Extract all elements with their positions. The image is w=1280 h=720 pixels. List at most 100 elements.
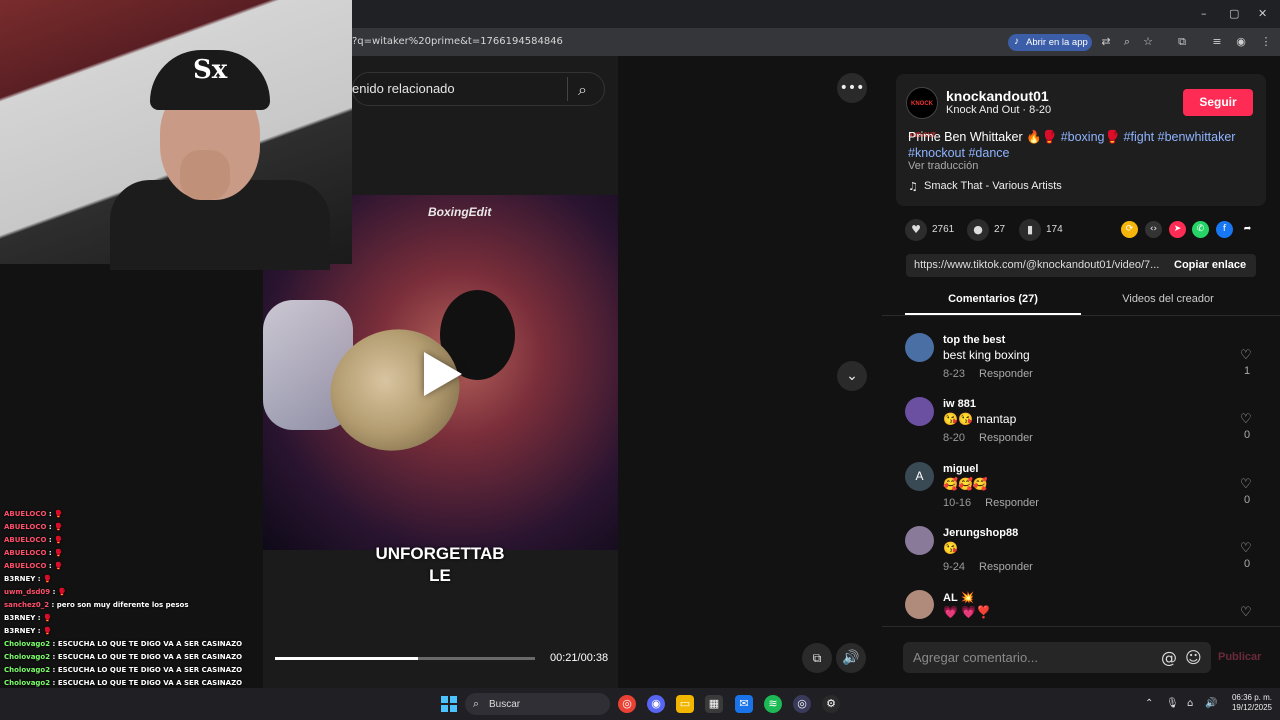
extensions-icon[interactable]: ⧉: [1175, 35, 1189, 49]
chrome-icon[interactable]: ◎: [618, 695, 636, 713]
comment-avatar[interactable]: [905, 590, 934, 619]
mention-at-icon[interactable]: @: [1161, 648, 1177, 667]
clock[interactable]: 06:36 p. m. 19/12/2025: [1222, 693, 1272, 713]
video-link[interactable]: https://www.tiktok.com/@knockandout01/vi…: [914, 259, 1164, 271]
zoom-icon[interactable]: ⌕: [1120, 35, 1134, 49]
spotify-icon[interactable]: ≋: [764, 695, 782, 713]
comment-avatar[interactable]: [905, 333, 934, 362]
mail-icon[interactable]: ✉: [735, 695, 753, 713]
chat-username[interactable]: Cholovago2: [4, 679, 50, 687]
facebook-icon[interactable]: f: [1216, 221, 1233, 238]
volume-icon[interactable]: 🔊: [836, 643, 866, 673]
publish-button[interactable]: Publicar: [1218, 651, 1261, 663]
translate-link[interactable]: Ver traducción: [908, 160, 978, 172]
comment-author[interactable]: iw 881: [943, 398, 976, 410]
app-icon[interactable]: ◎: [793, 695, 811, 713]
hashtag-link[interactable]: #dance: [968, 146, 1009, 160]
chat-username[interactable]: ABUELOCO: [4, 549, 46, 557]
search-input[interactable]: enido relacionado: [352, 81, 455, 96]
embed-icon[interactable]: ‹›: [1145, 221, 1162, 238]
hashtag-link[interactable]: #fight: [1124, 130, 1155, 144]
chat-separator: :: [35, 627, 43, 635]
chat-username[interactable]: B3RNEY: [4, 627, 35, 635]
reply-button[interactable]: Responder: [979, 432, 1033, 444]
chat-username[interactable]: ABUELOCO: [4, 562, 46, 570]
comment-like-heart-icon[interactable]: ♡: [1240, 348, 1252, 363]
reply-button[interactable]: Responder: [979, 561, 1033, 573]
network-icon[interactable]: ⌂: [1187, 698, 1193, 709]
chat-separator: :: [35, 614, 43, 622]
tab-creator-videos[interactable]: Videos del creador: [1080, 293, 1256, 305]
taskbar-search[interactable]: [465, 693, 610, 715]
play-icon[interactable]: [424, 352, 462, 396]
comment-author[interactable]: AL 💥: [943, 591, 974, 604]
speaker-icon[interactable]: 🔊: [1205, 698, 1217, 709]
profile-avatar-icon[interactable]: ◉: [1234, 35, 1248, 49]
share-arrow-icon[interactable]: ➦: [1239, 221, 1256, 238]
bookmark-star-icon[interactable]: ☆: [1141, 35, 1155, 49]
more-options-icon[interactable]: •••: [837, 73, 867, 103]
reply-button[interactable]: Responder: [985, 497, 1039, 509]
chat-username[interactable]: B3RNEY: [4, 614, 35, 622]
hashtag-link[interactable]: #boxing: [1061, 130, 1105, 144]
steam-icon[interactable]: ⚙: [822, 695, 840, 713]
windows-start-icon[interactable]: [441, 696, 457, 712]
chat-username[interactable]: B3RNEY: [4, 575, 35, 583]
author-avatar[interactable]: KNOCK AND OUT: [906, 87, 938, 139]
tab-comments[interactable]: Comentarios (27): [905, 293, 1081, 305]
comment-avatar[interactable]: [905, 397, 934, 426]
comment-avatar[interactable]: A: [905, 462, 934, 491]
comment-like-heart-icon[interactable]: ♡: [1240, 477, 1252, 492]
chat-username[interactable]: ABUELOCO: [4, 510, 46, 518]
chat-message: sanchez0_2 : pero son muy diferente los …: [0, 599, 263, 612]
chat-username[interactable]: Cholovago2: [4, 653, 50, 661]
store-icon[interactable]: ▦: [705, 695, 723, 713]
url-text[interactable]: ?q=witaker%20prime&t=1766194584846: [352, 36, 563, 47]
chat-username[interactable]: ABUELOCO: [4, 523, 46, 531]
repost-icon[interactable]: ⟳: [1121, 221, 1138, 238]
chat-username[interactable]: Cholovago2: [4, 640, 50, 648]
file-explorer-icon[interactable]: ▭: [676, 695, 694, 713]
comment-avatar[interactable]: [905, 526, 934, 555]
reply-button[interactable]: Responder: [979, 368, 1033, 380]
comment-author[interactable]: miguel: [943, 463, 978, 475]
next-video-chevron-icon[interactable]: ⌄: [837, 361, 867, 391]
pip-icon[interactable]: ⧉: [802, 643, 832, 673]
chat-message: uwm_dsd09 : 🥊: [0, 586, 263, 599]
comment-like-heart-icon[interactable]: ♡: [1240, 412, 1252, 427]
close-button[interactable]: ✕: [1258, 7, 1267, 20]
chat-username[interactable]: Cholovago2: [4, 666, 50, 674]
comment-meta: 9-24 Responder: [943, 561, 1033, 573]
comment-bubble-icon[interactable]: ●: [967, 219, 989, 241]
chat-username[interactable]: uwm_dsd09: [4, 588, 50, 596]
music-note-icon: ♫: [908, 180, 918, 193]
tray-chevron-icon[interactable]: ⌃: [1145, 698, 1153, 709]
chat-username[interactable]: ABUELOCO: [4, 536, 46, 544]
reading-list-icon[interactable]: ≡: [1210, 35, 1224, 49]
search-icon[interactable]: ⌕: [578, 80, 587, 100]
comment-placeholder[interactable]: Agregar comentario...: [913, 650, 1038, 665]
hashtag-link[interactable]: #benwhittaker: [1158, 130, 1236, 144]
author-handle[interactable]: knockandout01: [946, 88, 1049, 104]
bookmark-icon[interactable]: ▮: [1019, 219, 1041, 241]
discord-icon[interactable]: ◉: [647, 695, 665, 713]
hashtag-link[interactable]: #knockout: [908, 146, 965, 160]
minimize-button[interactable]: –: [1201, 7, 1207, 20]
follow-button[interactable]: Seguir: [1183, 89, 1253, 116]
comment-like-heart-icon[interactable]: ♡: [1240, 541, 1252, 556]
browser-menu-icon[interactable]: ⋮: [1259, 35, 1273, 49]
copy-link-button[interactable]: Copiar enlace: [1174, 259, 1246, 271]
whatsapp-icon[interactable]: ✆: [1192, 221, 1209, 238]
translate-icon[interactable]: ⇄: [1099, 35, 1113, 49]
open-in-app-button[interactable]: ♪ Abrir en la app: [1008, 34, 1092, 51]
comment-author[interactable]: Jerungshop88: [943, 527, 1018, 539]
emoji-icon[interactable]: ☺: [1185, 648, 1202, 667]
maximize-button[interactable]: ▢: [1229, 7, 1239, 20]
chat-username[interactable]: sanchez0_2: [4, 601, 49, 609]
comment-like-heart-icon[interactable]: ♡: [1240, 605, 1252, 620]
comment-author[interactable]: top the best: [943, 334, 1005, 346]
taskbar-search-label[interactable]: Buscar: [489, 699, 520, 710]
send-icon[interactable]: ➤: [1169, 221, 1186, 238]
microphone-icon[interactable]: 🎙: [1166, 698, 1179, 709]
like-heart-icon[interactable]: ♥: [905, 219, 927, 241]
